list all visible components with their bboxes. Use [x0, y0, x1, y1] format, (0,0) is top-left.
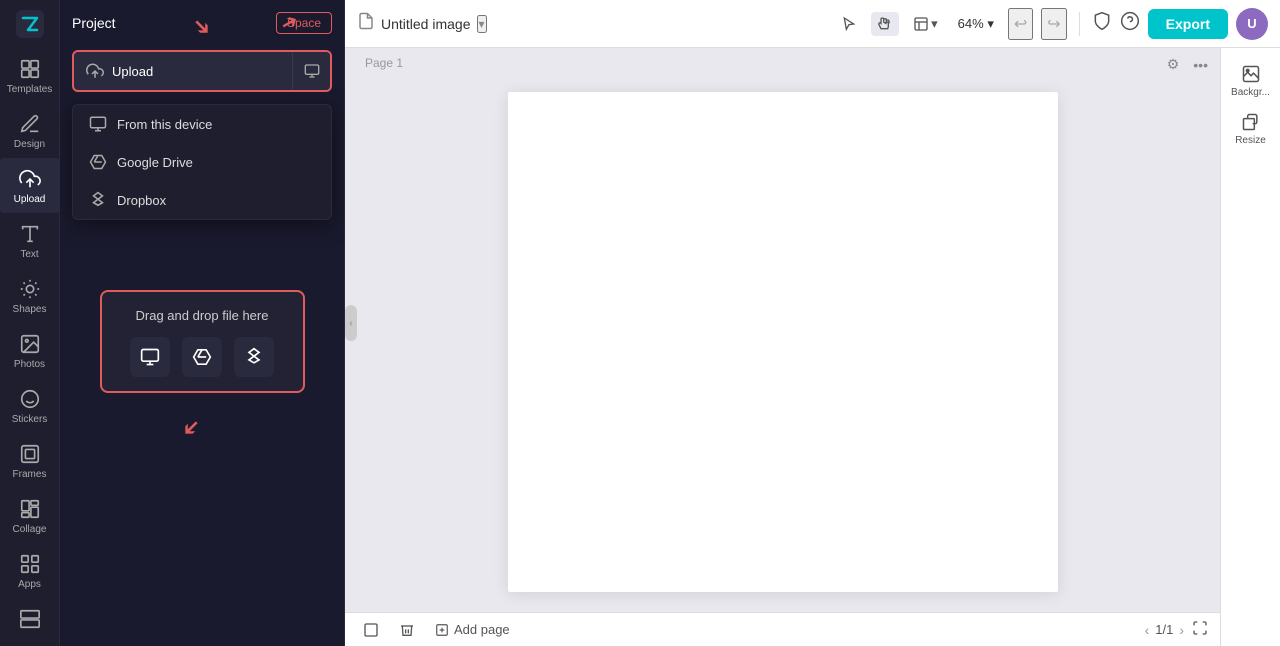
- page-actions: ⚙ •••: [1163, 52, 1212, 77]
- doc-title-area: Untitled image ▾: [357, 12, 827, 35]
- sidebar-item-templates[interactable]: Templates: [0, 48, 60, 103]
- dropdown-item-dropbox[interactable]: Dropbox: [73, 181, 331, 219]
- drag-icon-device[interactable]: [130, 337, 170, 377]
- upload-button-label: Upload: [112, 64, 153, 79]
- panel-header: Project Space ➔: [60, 0, 344, 42]
- sidebar-item-frames[interactable]: Frames: [0, 433, 60, 488]
- app-logo[interactable]: [12, 10, 48, 38]
- drag-drop-icons: [114, 337, 291, 377]
- panel-title: Project: [72, 15, 116, 31]
- upload-panel: Project Space ➔ Upload ➔: [60, 0, 345, 646]
- sidebar-item-extra[interactable]: [0, 598, 60, 638]
- icon-sidebar: Templates Design Upload Text Shapes Pho: [0, 0, 60, 646]
- page-settings-button[interactable]: ⚙: [1163, 52, 1184, 77]
- doc-icon: [357, 12, 375, 35]
- top-toolbar: Untitled image ▾ ▾ 64: [345, 0, 1280, 48]
- page-delete-button[interactable]: [393, 618, 421, 642]
- resize-panel-button[interactable]: Resize: [1223, 104, 1279, 152]
- dropdown-dropbox-label: Dropbox: [117, 193, 166, 208]
- background-label: Backgr...: [1231, 87, 1270, 98]
- add-page-button[interactable]: Add page: [429, 618, 516, 641]
- sidebar-item-photos[interactable]: Photos: [0, 323, 60, 378]
- fullscreen-button[interactable]: [1192, 620, 1208, 639]
- upload-main-button[interactable]: Upload: [74, 52, 292, 90]
- sidebar-item-text[interactable]: Text: [0, 213, 60, 268]
- redo-button[interactable]: ↪: [1041, 8, 1066, 40]
- upload-toggle-button[interactable]: [292, 52, 330, 90]
- sidebar-label-apps: Apps: [18, 579, 41, 590]
- sidebar-item-apps[interactable]: Apps: [0, 543, 60, 598]
- layout-button[interactable]: ▾: [907, 12, 944, 36]
- add-page-label: Add page: [454, 622, 510, 637]
- sidebar-item-collage[interactable]: Collage: [0, 488, 60, 543]
- toolbar-right: ▾ 64% ▾ ↩ ↪ Export U: [835, 8, 1268, 40]
- zoom-control[interactable]: 64% ▾: [952, 12, 1000, 36]
- user-avatar[interactable]: U: [1236, 8, 1268, 40]
- sidebar-item-shapes[interactable]: Shapes: [0, 268, 60, 323]
- zoom-value: 64%: [958, 16, 984, 31]
- help-icon[interactable]: [1120, 11, 1140, 36]
- sidebar-label-collage: Collage: [13, 524, 47, 535]
- page-thumbnail-button[interactable]: [357, 618, 385, 642]
- canvas-page: [508, 92, 1058, 592]
- canvas-area: Page 1 ⚙ •••: [345, 48, 1220, 646]
- hand-tool-button[interactable]: [871, 12, 899, 36]
- sidebar-label-text: Text: [20, 249, 38, 260]
- undo-button[interactable]: ↩: [1008, 8, 1033, 40]
- zoom-chevron: ▾: [987, 16, 994, 31]
- sidebar-item-upload[interactable]: Upload: [0, 158, 60, 213]
- background-panel-button[interactable]: Backgr...: [1223, 56, 1279, 104]
- layout-chevron: ▾: [931, 16, 938, 32]
- dropdown-item-device[interactable]: From this device: [73, 105, 331, 143]
- upload-button-row: Upload: [72, 50, 332, 92]
- drag-drop-label: Drag and drop file here: [114, 308, 291, 323]
- panel-collapse-handle[interactable]: ‹: [345, 305, 357, 341]
- export-button[interactable]: Export: [1148, 9, 1228, 39]
- shield-icon[interactable]: [1092, 11, 1112, 36]
- drag-icon-dropbox[interactable]: [234, 337, 274, 377]
- canvas-content: Page 1 ⚙ •••: [345, 48, 1220, 612]
- page-navigation: ‹ 1/1 ›: [1145, 622, 1184, 638]
- resize-label: Resize: [1235, 135, 1266, 146]
- sidebar-label-stickers: Stickers: [12, 414, 48, 425]
- page-indicator: 1/1: [1155, 622, 1173, 637]
- sidebar-label-frames: Frames: [13, 469, 47, 480]
- page-label: Page 1: [365, 56, 403, 70]
- sidebar-label-upload: Upload: [14, 194, 46, 205]
- sidebar-item-design[interactable]: Design: [0, 103, 60, 158]
- select-tool-button[interactable]: [835, 12, 863, 36]
- page-more-button[interactable]: •••: [1189, 52, 1212, 77]
- dropdown-device-label: From this device: [117, 117, 212, 132]
- prev-page-button[interactable]: ‹: [1145, 622, 1150, 638]
- sidebar-label-design: Design: [14, 139, 45, 150]
- upload-dropdown-menu: From this device Google Drive Dropbox: [72, 104, 332, 220]
- drag-drop-zone[interactable]: Drag and drop file here: [100, 290, 305, 393]
- dropdown-gdrive-label: Google Drive: [117, 155, 193, 170]
- doc-title-chevron[interactable]: ▾: [477, 15, 487, 33]
- dropdown-item-gdrive[interactable]: Google Drive: [73, 143, 331, 181]
- sidebar-label-shapes: Shapes: [13, 304, 47, 315]
- sidebar-label-templates: Templates: [7, 84, 53, 95]
- sidebar-item-stickers[interactable]: Stickers: [0, 378, 60, 433]
- drag-icon-gdrive[interactable]: [182, 337, 222, 377]
- next-page-button[interactable]: ›: [1179, 622, 1184, 638]
- upload-section: Upload ➔: [60, 42, 344, 100]
- bottom-bar: Add page ‹ 1/1 ›: [345, 612, 1220, 646]
- right-panel: Backgr... Resize: [1220, 48, 1280, 646]
- sidebar-label-photos: Photos: [14, 359, 45, 370]
- space-button[interactable]: Space: [276, 12, 332, 34]
- doc-title: Untitled image: [381, 16, 471, 32]
